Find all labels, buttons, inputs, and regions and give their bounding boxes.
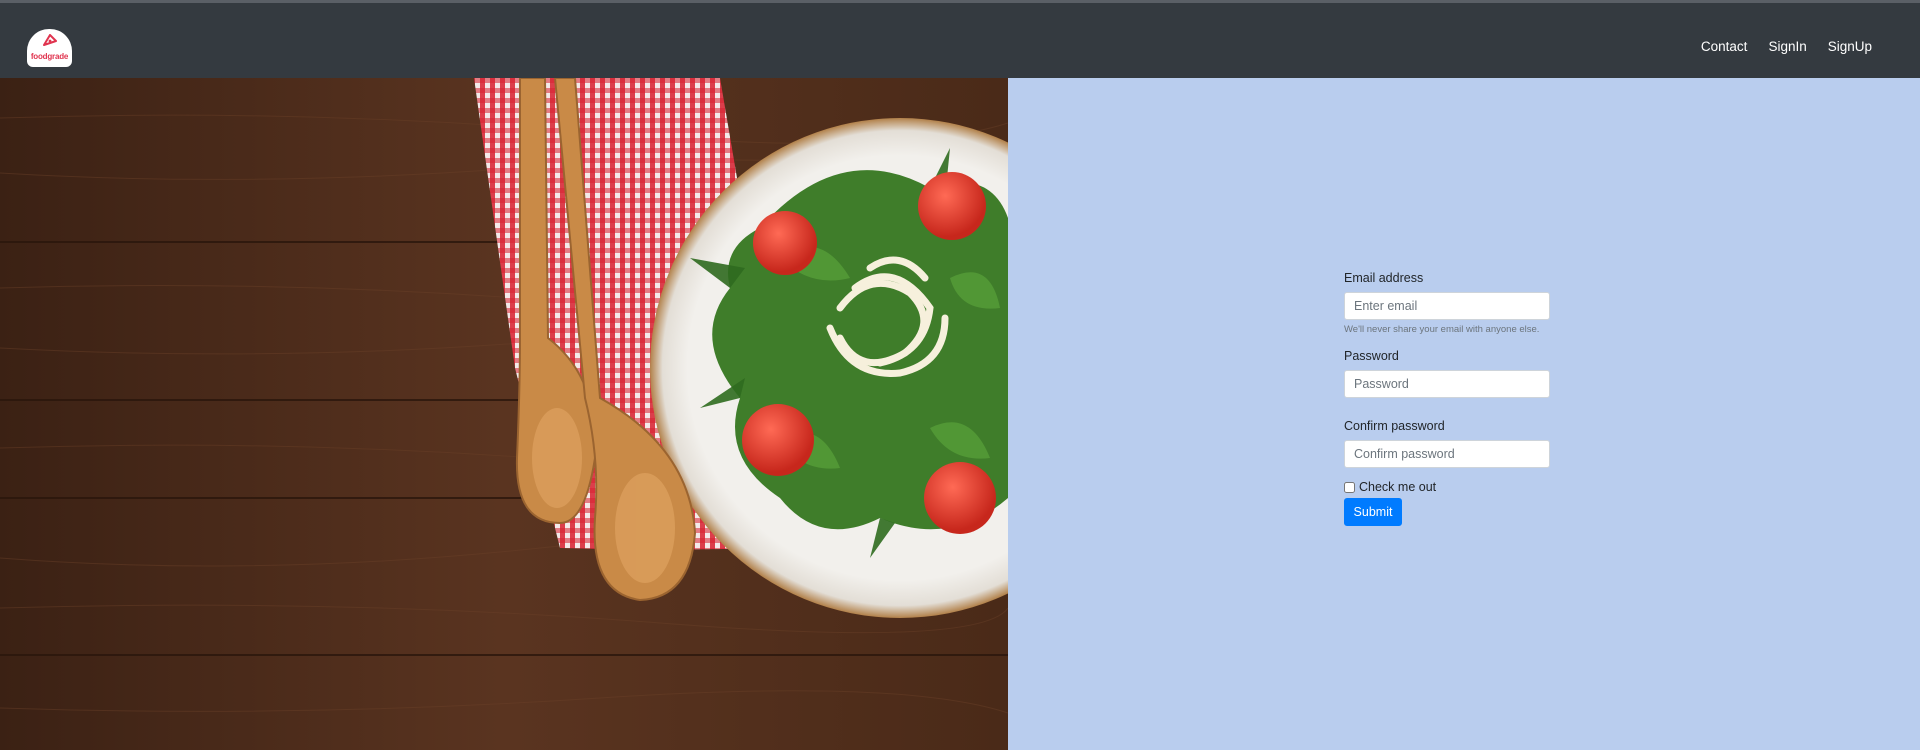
top-navbar: foodgrade Contact SignIn SignUp [0, 3, 1920, 78]
password-group: Password [1344, 349, 1550, 398]
signup-form: Email address We'll never share your ema… [1344, 271, 1550, 526]
pizza-slice-icon [43, 34, 57, 46]
check-me-out-row: Check me out [1344, 480, 1550, 494]
nav-link-signup[interactable]: SignUp [1828, 39, 1872, 54]
check-me-out-checkbox[interactable] [1344, 481, 1355, 493]
email-group: Email address We'll never share your ema… [1344, 271, 1550, 335]
check-me-out-label[interactable]: Check me out [1359, 480, 1436, 494]
brand-logo[interactable]: foodgrade [27, 29, 72, 67]
nav-link-signin[interactable]: SignIn [1768, 39, 1806, 54]
nav-links: Contact SignIn SignUp [1701, 39, 1872, 54]
submit-button[interactable]: Submit [1344, 498, 1402, 526]
password-label: Password [1344, 349, 1399, 363]
hero-image [0, 78, 1008, 750]
salad-plate-with-wooden-spoons-icon [0, 78, 1008, 750]
nav-link-contact[interactable]: Contact [1701, 39, 1748, 54]
email-help-text: We'll never share your email with anyone… [1344, 324, 1540, 335]
confirm-password-label: Confirm password [1344, 419, 1445, 433]
confirm-password-input[interactable] [1344, 440, 1550, 468]
brand-logo-text: foodgrade [30, 52, 69, 61]
email-input[interactable] [1344, 292, 1550, 320]
password-input[interactable] [1344, 370, 1550, 398]
confirm-password-group: Confirm password [1344, 419, 1550, 468]
email-label: Email address [1344, 271, 1424, 285]
